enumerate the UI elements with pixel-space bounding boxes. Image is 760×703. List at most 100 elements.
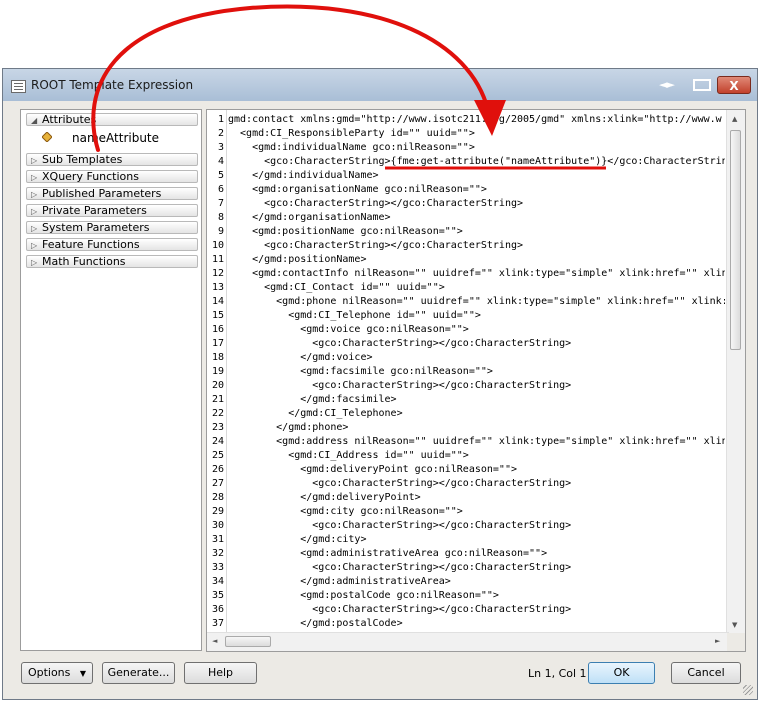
- code-line[interactable]: </gmd:facsimile>: [228, 394, 396, 405]
- title-bar[interactable]: ROOT Template Expression ◄► X: [3, 69, 757, 101]
- code-line[interactable]: </gmd:phone>: [228, 422, 348, 433]
- category-xquery-functions[interactable]: ▷ XQuery Functions: [26, 170, 198, 183]
- code-line[interactable]: <gmd:facsimile gco:nilReason="">: [228, 366, 493, 377]
- code-line[interactable]: <gmd:city gco:nilReason="">: [228, 506, 463, 517]
- code-line[interactable]: <gco:CharacterString></gco:CharacterStri…: [228, 240, 523, 251]
- template-expression-dialog: ROOT Template Expression ◄► X ◢ Attribut…: [2, 68, 758, 700]
- code-line[interactable]: </gmd:individualName>: [228, 170, 378, 181]
- code-line[interactable]: <gmd:CI_ResponsibleParty id="" uuid="">: [228, 128, 475, 139]
- code-line[interactable]: <gmd:organisationName gco:nilReason="">: [228, 184, 487, 195]
- code-line[interactable]: <gmd:positionName gco:nilReason="">: [228, 226, 463, 237]
- code-line[interactable]: <gco:CharacterString></gco:CharacterStri…: [228, 198, 523, 209]
- category-label: Math Functions: [42, 255, 126, 268]
- code-line[interactable]: <gmd:administrativeArea gco:nilReason=""…: [228, 548, 547, 559]
- line-number: 28: [211, 492, 224, 503]
- category-attributes[interactable]: ◢ Attributes: [26, 113, 198, 126]
- expand-triangle-icon: ▷: [31, 224, 38, 233]
- restore-icon[interactable]: [693, 79, 711, 91]
- code-line[interactable]: <gmd:contactInfo nilReason="" uuidref=""…: [228, 268, 725, 279]
- close-button[interactable]: X: [717, 76, 751, 94]
- scroll-corner: [727, 633, 745, 651]
- code-line[interactable]: <gmd:CI_Contact id="" uuid="">: [228, 282, 445, 293]
- code-line[interactable]: </gmd:city>: [228, 534, 366, 545]
- code-line[interactable]: </gmd:CI_Telephone>: [228, 408, 402, 419]
- category-system-parameters[interactable]: ▷ System Parameters: [26, 221, 198, 234]
- category-published-parameters[interactable]: ▷ Published Parameters: [26, 187, 198, 200]
- code-area[interactable]: gmd:contact xmlns:gmd="http://www.isotc2…: [228, 110, 725, 634]
- code-line[interactable]: <gmd:CI_Telephone id="" uuid="">: [228, 310, 481, 321]
- category-feature-functions[interactable]: ▷ Feature Functions: [26, 238, 198, 251]
- code-line[interactable]: </gmd:voice>: [228, 352, 372, 363]
- options-label: Options: [27, 666, 71, 679]
- category-label: Private Parameters: [42, 204, 147, 217]
- code-line[interactable]: <gmd:phone nilReason="" uuidref="" xlink…: [228, 296, 725, 307]
- code-line[interactable]: <gmd:deliveryPoint gco:nilReason="">: [228, 464, 517, 475]
- code-line[interactable]: </gmd:positionName>: [228, 254, 366, 265]
- code-line[interactable]: <gco:CharacterString></gco:CharacterStri…: [228, 604, 571, 615]
- expression-editor[interactable]: 1 2 3 4 5 6 7 8 9 10 11 12 13 14 15 16 17 18 19 20 21 22 23 24 2…: [206, 109, 746, 652]
- category-sub-templates[interactable]: ▷ Sub Templates: [26, 153, 198, 166]
- code-line[interactable]: <gco:CharacterString>{fme:get-attribute(…: [228, 156, 725, 167]
- line-number: 24: [211, 436, 224, 447]
- ok-button[interactable]: OK: [588, 662, 655, 684]
- line-number: 26: [211, 464, 224, 475]
- expand-triangle-icon: ▷: [31, 258, 38, 267]
- category-label: Feature Functions: [42, 238, 140, 251]
- line-number: 4: [217, 156, 224, 167]
- code-line[interactable]: <gmd:postalCode gco:nilReason="">: [228, 590, 499, 601]
- code-line[interactable]: <gmd:individualName gco:nilReason="">: [228, 142, 475, 153]
- window-icon: [11, 80, 26, 93]
- code-line[interactable]: </gmd:administrativeArea>: [228, 576, 451, 587]
- line-number: 30: [211, 520, 224, 531]
- scroll-down-icon[interactable]: ▼: [732, 621, 737, 629]
- line-number: 21: [211, 394, 224, 405]
- code-line[interactable]: <gmd:CI_Address id="" uuid="">: [228, 450, 469, 461]
- code-line[interactable]: <gco:CharacterString></gco:CharacterStri…: [228, 520, 571, 531]
- scroll-left-icon[interactable]: ◄: [212, 637, 217, 645]
- vertical-scroll-thumb[interactable]: [730, 130, 741, 350]
- line-number: 8: [217, 212, 224, 223]
- resize-grip-icon[interactable]: [743, 685, 753, 695]
- help-button[interactable]: Help: [184, 662, 257, 684]
- options-button[interactable]: Options ▼: [21, 662, 93, 684]
- code-line[interactable]: </gmd:organisationName>: [228, 212, 390, 223]
- code-line[interactable]: </gmd:deliveryPoint>: [228, 492, 420, 503]
- attribute-label: nameAttribute: [72, 131, 160, 145]
- line-number: 16: [211, 324, 224, 335]
- collapse-triangle-icon: ◢: [31, 116, 38, 125]
- category-math-functions[interactable]: ▷ Math Functions: [26, 255, 198, 268]
- line-number-gutter: 1 2 3 4 5 6 7 8 9 10 11 12 13 14 15 16 17 18 19 20 21 22 23 24 2…: [207, 110, 227, 634]
- nav-arrows-icon[interactable]: ◄►: [659, 78, 675, 91]
- line-number: 27: [211, 478, 224, 489]
- line-number: 15: [211, 310, 224, 321]
- line-number: 12: [211, 268, 224, 279]
- code-line[interactable]: <gco:CharacterString></gco:CharacterStri…: [228, 338, 571, 349]
- line-number: 33: [211, 562, 224, 573]
- line-number: 23: [211, 422, 224, 433]
- code-line[interactable]: <gmd:voice gco:nilReason="">: [228, 324, 469, 335]
- horizontal-scroll-thumb[interactable]: [225, 636, 271, 647]
- scroll-right-icon[interactable]: ►: [715, 637, 720, 645]
- line-number: 31: [211, 534, 224, 545]
- cancel-button[interactable]: Cancel: [671, 662, 741, 684]
- line-number: 19: [211, 366, 224, 377]
- category-label: Sub Templates: [42, 153, 123, 166]
- scroll-up-icon[interactable]: ▲: [732, 115, 737, 123]
- code-line[interactable]: </gmd:postalCode>: [228, 618, 402, 629]
- line-number: 7: [217, 198, 224, 209]
- horizontal-scrollbar[interactable]: ◄ ►: [207, 632, 729, 651]
- vertical-scrollbar[interactable]: ▲ ▼: [726, 110, 745, 634]
- category-label: Published Parameters: [42, 187, 162, 200]
- generate-button[interactable]: Generate...: [102, 662, 175, 684]
- line-number: 35: [211, 590, 224, 601]
- category-private-parameters[interactable]: ▷ Private Parameters: [26, 204, 198, 217]
- line-number: 14: [211, 296, 224, 307]
- dropdown-arrow-icon: ▼: [79, 669, 87, 678]
- code-line[interactable]: <gco:CharacterString></gco:CharacterStri…: [228, 562, 571, 573]
- code-line[interactable]: <gco:CharacterString></gco:CharacterStri…: [228, 478, 571, 489]
- line-number: 6: [217, 184, 224, 195]
- code-line[interactable]: <gco:CharacterString></gco:CharacterStri…: [228, 380, 571, 391]
- code-line[interactable]: gmd:contact xmlns:gmd="http://www.isotc2…: [228, 114, 722, 125]
- attribute-diamond-icon: [42, 132, 52, 142]
- code-line[interactable]: <gmd:address nilReason="" uuidref="" xli…: [228, 436, 725, 447]
